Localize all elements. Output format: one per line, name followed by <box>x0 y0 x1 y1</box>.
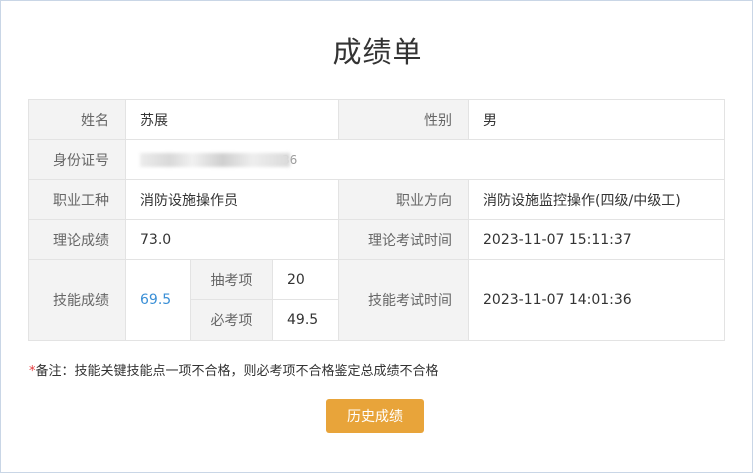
theory-time-label: 理论考试时间 <box>338 219 470 260</box>
required-item-label: 必考项 <box>190 299 273 341</box>
direction-label: 职业方向 <box>338 179 470 220</box>
sample-item-label: 抽考项 <box>190 259 273 300</box>
required-item-value: 49.5 <box>271 299 340 341</box>
sample-item-value: 20 <box>271 259 340 300</box>
transcript-panel: 成绩单 姓名 苏展 性别 男 身份证号 36 职业工种 消防设施操作员 职业方向… <box>0 0 753 473</box>
page-title: 成绩单 <box>332 35 423 69</box>
name-value: 苏展 <box>124 99 340 140</box>
direction-value: 消防设施监控操作(四级/中级工) <box>468 179 726 220</box>
theory-score-label: 理论成绩 <box>28 219 126 260</box>
id-number-label: 身份证号 <box>28 139 126 180</box>
skill-score-label: 技能成绩 <box>28 259 126 341</box>
name-label: 姓名 <box>28 99 126 140</box>
remark-note: *备注：技能关键技能点一项不合格，则必考项不合格鉴定总成绩不合格 <box>29 360 439 379</box>
theory-time-value: 2023-11-07 15:11:37 <box>468 219 726 260</box>
theory-score-value: 73.0 <box>124 219 340 260</box>
skill-time-label: 技能考试时间 <box>338 259 470 341</box>
history-scores-button[interactable]: 历史成绩 <box>326 399 424 433</box>
remark-text: 备注：技能关键技能点一项不合格，则必考项不合格鉴定总成绩不合格 <box>35 364 439 379</box>
occupation-value: 消防设施操作员 <box>124 179 340 220</box>
occupation-label: 职业工种 <box>28 179 126 220</box>
table-row: 技能成绩 69.5 抽考项 20 技能考试时间 2023-11-07 14:01… <box>28 259 726 341</box>
table-row: 理论成绩 73.0 理论考试时间 2023-11-07 15:11:37 <box>28 219 726 260</box>
skill-score-link[interactable]: 69.5 <box>140 292 171 308</box>
gender-value: 男 <box>468 99 726 140</box>
skill-time-value: 2023-11-07 14:01:36 <box>468 259 726 341</box>
table-row: 姓名 苏展 性别 男 <box>28 99 726 140</box>
id-number-value: 36 <box>124 139 726 180</box>
gender-label: 性别 <box>338 99 470 140</box>
redacted-id-blur <box>140 152 290 167</box>
table-row: 身份证号 36 <box>28 139 726 180</box>
table-row: 职业工种 消防设施操作员 职业方向 消防设施监控操作(四级/中级工) <box>28 179 726 220</box>
score-table: 姓名 苏展 性别 男 身份证号 36 职业工种 消防设施操作员 职业方向 消防设… <box>28 99 726 341</box>
skill-score-value[interactable]: 69.5 <box>125 259 191 341</box>
